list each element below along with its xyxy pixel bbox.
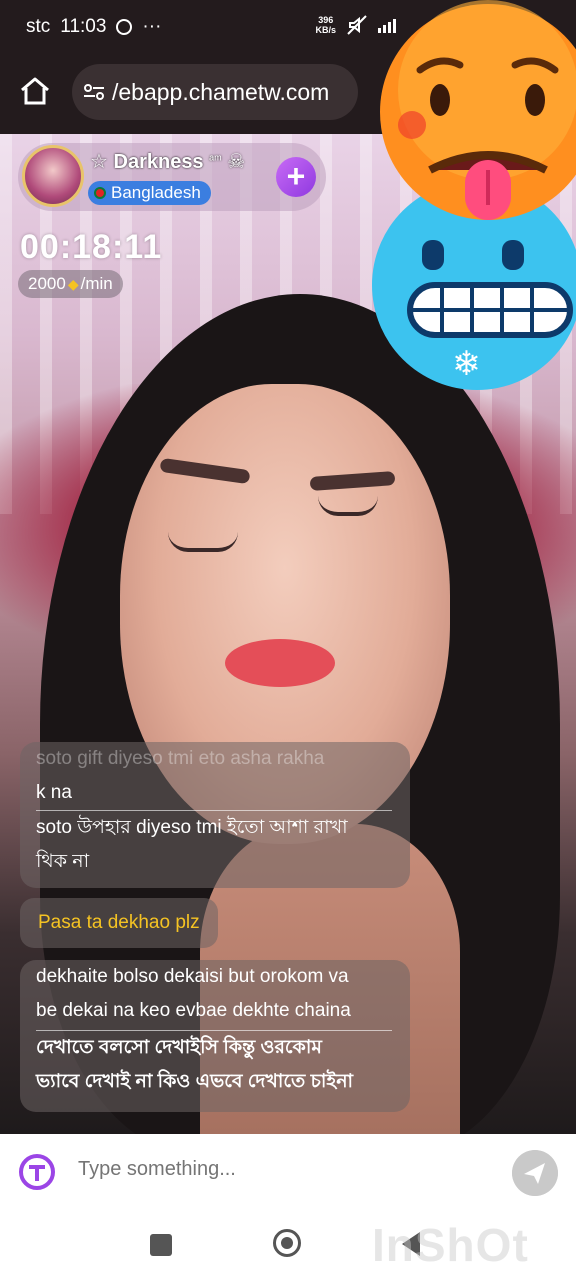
chat-message-own: Pasa ta dekhao plz (20, 898, 218, 948)
chat-message-translated: soto gift diyeso tmi eto asha rakha k na… (20, 742, 410, 888)
svg-text:❄: ❄ (452, 344, 481, 384)
crown-icon: ☆ (90, 151, 108, 173)
call-rate-badge: 2000 ◆ /min (18, 270, 123, 298)
chat-message-translated: dekhaite bolso dekaisi but orokom va be … (20, 960, 410, 1112)
skull-icon: ☠ (227, 151, 246, 173)
flag-icon (94, 187, 106, 199)
net-speed: 396 KB/s (315, 15, 336, 35)
person-lips (225, 639, 335, 687)
recent-apps-icon[interactable] (150, 1234, 172, 1256)
host-name: ☆ Darkness am ☠ (90, 151, 246, 173)
url-text: /ebapp.chametw.com (112, 78, 330, 105)
follow-button[interactable]: + (276, 157, 316, 197)
system-nav-bar: InShOt (0, 1210, 576, 1280)
notification-icon (116, 19, 133, 35)
more-notifications-icon: ··· (142, 16, 162, 37)
country-badge: Bangladesh (88, 181, 211, 205)
host-avatar[interactable] (22, 145, 84, 207)
hot-face-emoji-icon (380, 0, 576, 220)
message-input-bar (0, 1134, 576, 1210)
home-icon[interactable] (18, 74, 52, 108)
carrier-label: stc (26, 16, 51, 37)
site-settings-icon[interactable] (82, 80, 106, 104)
address-bar[interactable]: /ebapp.chametw.com (72, 64, 358, 120)
translate-icon[interactable] (18, 1153, 56, 1191)
message-input[interactable] (78, 1158, 478, 1181)
call-timer: 00:18:11 (20, 228, 163, 266)
host-info-panel[interactable]: ☆ Darkness am ☠ Bangladesh + (18, 143, 326, 211)
person-eye-left (168, 532, 238, 552)
mute-icon (347, 15, 367, 35)
diamond-icon: ◆ (67, 275, 79, 292)
watermark: InShOt (372, 1219, 529, 1271)
clock: 11:03 (60, 16, 107, 37)
home-nav-icon[interactable] (273, 1229, 301, 1257)
send-icon[interactable] (512, 1150, 558, 1196)
